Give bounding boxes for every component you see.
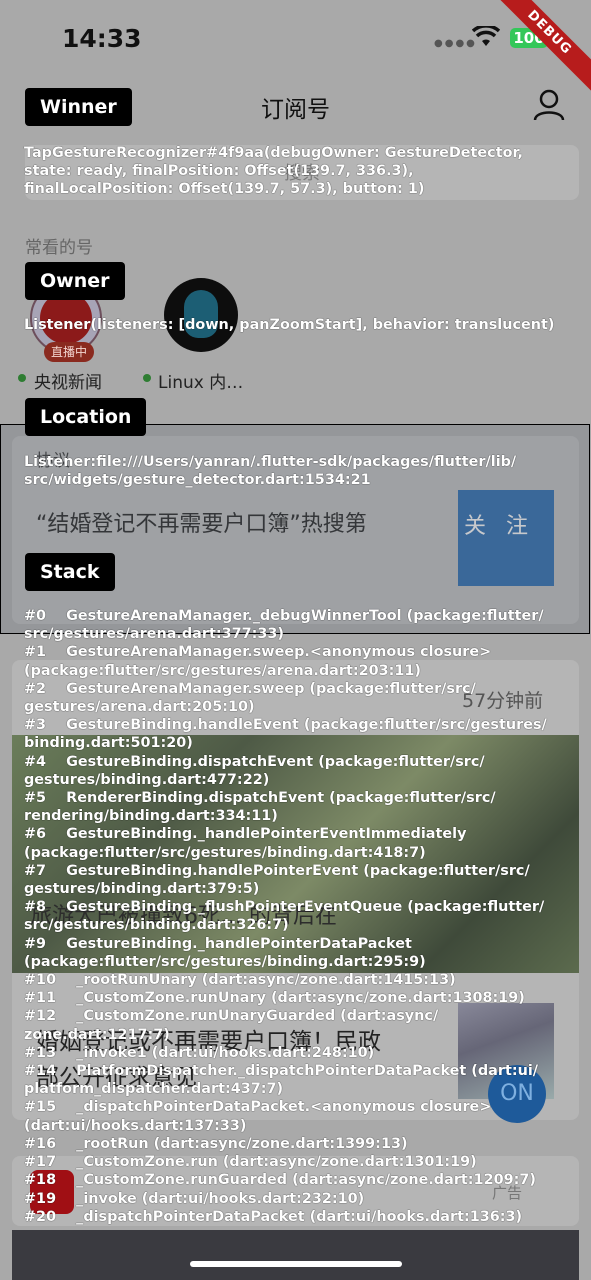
user-icon[interactable]	[532, 88, 566, 122]
home-indicator[interactable]	[190, 1261, 402, 1267]
winner-details: TapGestureRecognizer#4f9aa(debugOwner: G…	[24, 145, 523, 198]
status-time: 14:33	[62, 24, 142, 53]
bottom-media	[12, 1230, 579, 1280]
unread-dot	[18, 374, 26, 382]
live-badge: 直播中	[44, 342, 94, 362]
winner-tag: Winner	[25, 88, 132, 126]
account-name-linux[interactable]: Linux 内…	[158, 368, 243, 393]
stack-tag: Stack	[25, 553, 115, 591]
location-details: Listener:file:///Users/yanran/.flutter-s…	[24, 454, 517, 489]
account-name-cctv[interactable]: 央视新闻	[34, 368, 102, 393]
signal-icon: ●●●●	[434, 38, 477, 49]
location-tag: Location	[25, 398, 147, 436]
avatar-linux[interactable]	[164, 278, 238, 352]
status-bar: 14:33 ●●●● 100	[0, 0, 591, 80]
wifi-icon	[472, 26, 500, 46]
owner-tag: Owner	[25, 262, 125, 300]
stack-trace: #0 GestureArenaManager._debugWinnerTool …	[24, 608, 547, 1225]
unread-dot	[143, 374, 151, 382]
frequent-accounts-label: 常看的号	[25, 238, 93, 258]
owner-details: Listener(listeners: [down, panZoomStart]…	[24, 317, 555, 333]
